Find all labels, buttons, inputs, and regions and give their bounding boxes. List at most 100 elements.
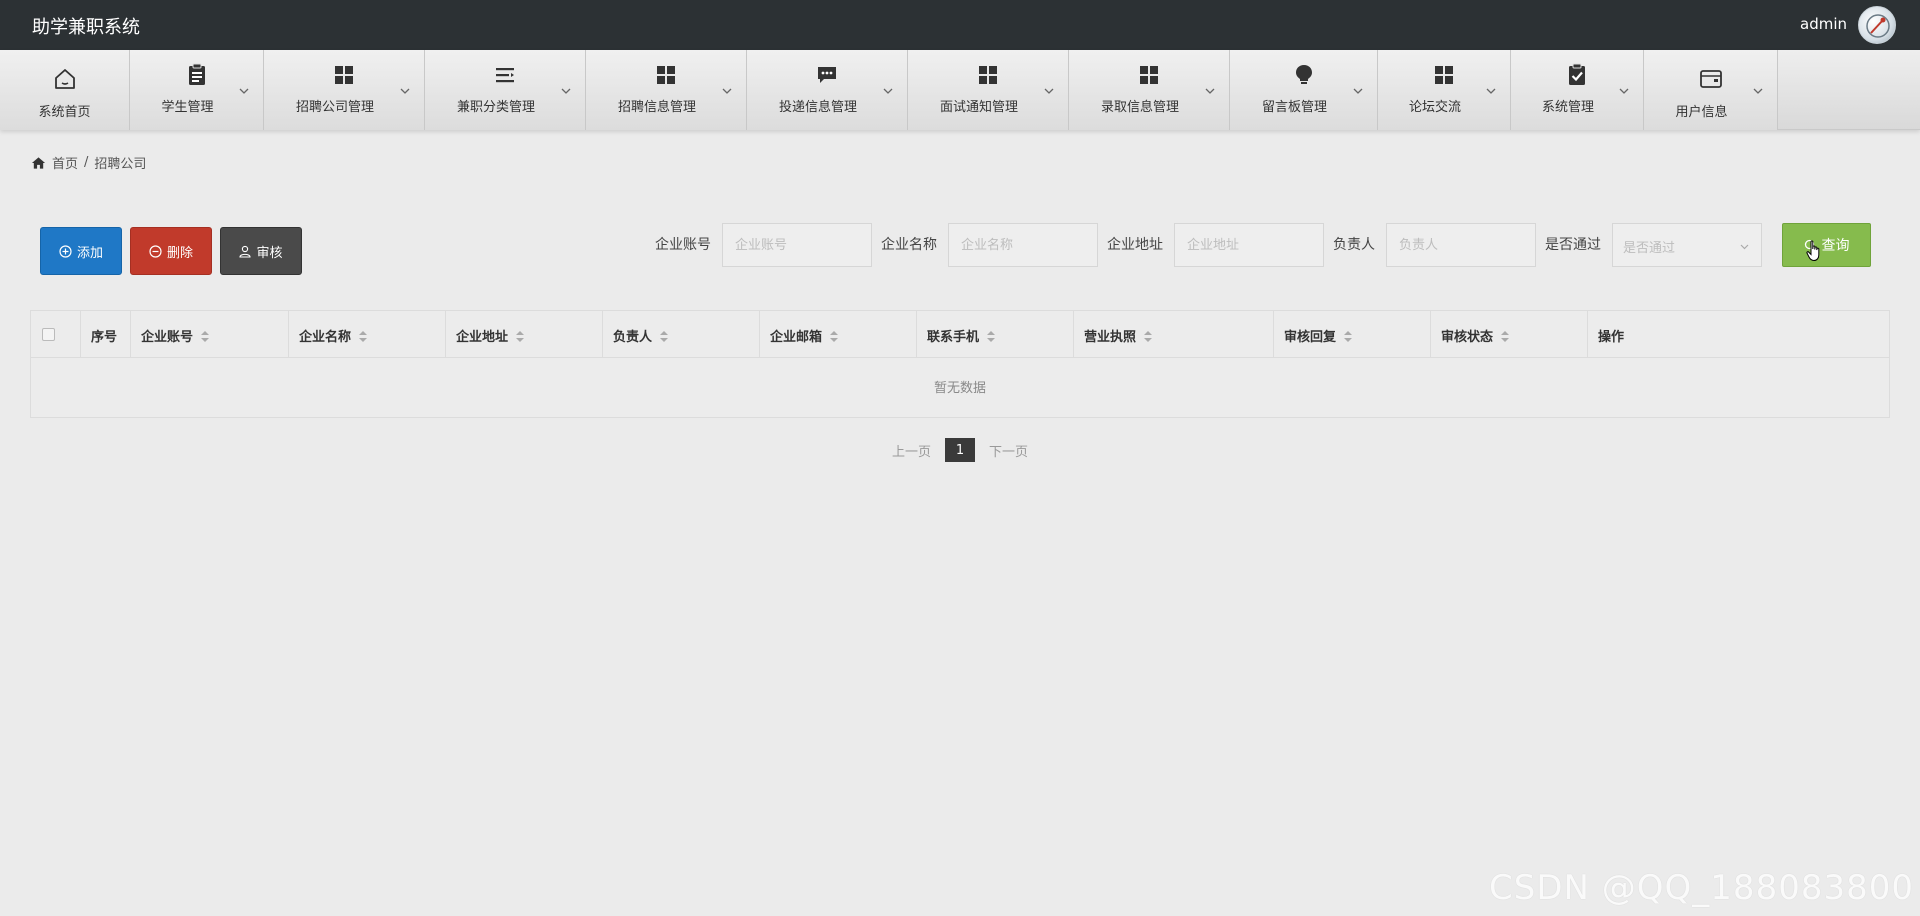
nav-item-label: 用户信息 [1675,105,1728,120]
nav-item-label: 系统管理 [1541,100,1594,115]
chevron-down-icon [883,88,893,94]
nav-item-label: 论坛交流 [1408,100,1461,115]
chevron-down-icon [561,88,571,94]
chevron-down-icon [400,88,410,94]
nav-item-applications[interactable]: 投递信息管理 [747,50,908,130]
passed-label: 是否通过 [1545,237,1601,253]
sort-icon [830,331,839,342]
clipboard-icon [184,62,210,88]
sort-icon [359,331,368,342]
home-icon [31,156,46,169]
nav-item-user-info[interactable]: 用户信息 [1644,50,1778,130]
grid-icon [331,62,357,88]
account-input[interactable] [722,223,872,267]
col-actions: 操作 [1598,330,1625,345]
audit-button[interactable]: 审核 [220,227,302,275]
sort-icon [1144,331,1153,342]
sort-icon [987,331,996,342]
col-address[interactable]: 企业地址 [446,311,603,358]
breadcrumb-separator: / [84,155,89,170]
manager-label: 负责人 [1333,237,1375,253]
chevron-down-icon [1205,88,1215,94]
passed-select[interactable]: 是否通过 [1612,223,1762,267]
col-audit-reply[interactable]: 审核回复 [1274,311,1431,358]
plus-circle-icon [59,244,72,258]
breadcrumb: 首页 / 招聘公司 [31,153,146,172]
col-account[interactable]: 企业账号 [131,311,289,358]
companies-table: 序号 企业账号 企业名称 企业地址 负责人 企业邮箱 联系手机 营业执照 审核回… [30,310,1890,418]
user-icon [239,245,252,258]
card-icon [1698,66,1724,92]
sort-icon [1344,331,1353,342]
passed-select-value: 是否通过 [1623,241,1676,256]
breadcrumb-home[interactable]: 首页 [52,153,78,172]
nav-item-admissions[interactable]: 录取信息管理 [1069,50,1230,130]
sort-icon [201,331,210,342]
col-manager[interactable]: 负责人 [603,311,760,358]
address-label: 企业地址 [1107,237,1163,253]
nav-item-label: 系统首页 [38,105,91,120]
delete-button-label: 删除 [166,245,193,261]
query-button-label: 查询 [1821,238,1850,254]
col-audit-status[interactable]: 审核状态 [1431,311,1588,358]
account-label: 企业账号 [655,237,711,253]
col-email[interactable]: 企业邮箱 [760,311,917,358]
company-name-label: 企业名称 [881,237,937,253]
add-button-label: 添加 [76,245,103,261]
sort-icon [1501,331,1510,342]
nav-item-recruitment-info[interactable]: 招聘信息管理 [586,50,747,130]
prev-page-link[interactable]: 上一页 [892,441,931,460]
nav-item-message-board[interactable]: 留言板管理 [1230,50,1378,130]
chevron-down-icon [1353,88,1363,94]
grid-icon [975,62,1001,88]
nav-item-job-categories[interactable]: 兼职分类管理 [425,50,586,130]
nav-item-students[interactable]: 学生管理 [130,50,264,130]
nav-item-label: 招聘公司管理 [295,100,374,115]
hand-cursor-icon [1806,240,1820,262]
nav-item-label: 学生管理 [161,100,214,115]
add-button[interactable]: 添加 [40,227,122,275]
col-license[interactable]: 营业执照 [1074,311,1274,358]
pagination: 上一页 1 下一页 [0,438,1920,462]
chevron-down-icon [239,88,249,94]
list-icon [492,62,518,88]
chevron-down-icon [1619,88,1629,94]
clipboard-check-icon [1564,62,1590,88]
main-nav: 系统首页 学生管理 招聘公司管理 兼职分类管理 招聘信息管理 投递信息管理 面试… [0,50,1920,130]
nav-item-system[interactable]: 系统管理 [1511,50,1644,130]
sort-icon [660,331,669,342]
bulb-icon [1291,62,1317,88]
empty-message: 暂无数据 [933,381,986,396]
chat-icon [814,62,840,88]
manager-input[interactable] [1386,223,1536,267]
avatar[interactable] [1858,6,1896,44]
company-name-input[interactable] [948,223,1098,267]
app-title: 助学兼职系统 [32,17,140,38]
chevron-down-icon [1486,88,1496,94]
minus-circle-icon [149,244,162,258]
nav-item-label: 投递信息管理 [778,100,857,115]
next-page-link[interactable]: 下一页 [989,441,1028,460]
select-all-checkbox[interactable] [42,328,55,341]
nav-item-interview-notices[interactable]: 面试通知管理 [908,50,1069,130]
nav-item-forum[interactable]: 论坛交流 [1378,50,1511,130]
col-index: 序号 [81,311,131,358]
nav-item-label: 面试通知管理 [939,100,1018,115]
delete-button[interactable]: 删除 [130,227,212,275]
grid-icon [653,62,679,88]
current-page[interactable]: 1 [945,438,975,462]
nav-item-label: 招聘信息管理 [617,100,696,115]
nav-item-companies[interactable]: 招聘公司管理 [264,50,425,130]
sort-icon [516,331,525,342]
col-phone[interactable]: 联系手机 [917,311,1074,358]
top-header: 助学兼职系统 admin [0,0,1920,50]
home-icon [52,66,78,92]
chevron-down-icon [1753,88,1763,94]
address-input[interactable] [1174,223,1324,267]
nav-item-home[interactable]: 系统首页 [0,50,130,130]
nav-item-label: 留言板管理 [1261,100,1327,115]
chevron-down-icon [1044,88,1054,94]
user-name[interactable]: admin [1800,15,1847,33]
query-button[interactable]: 查询 [1782,223,1871,267]
col-company-name[interactable]: 企业名称 [289,311,446,358]
